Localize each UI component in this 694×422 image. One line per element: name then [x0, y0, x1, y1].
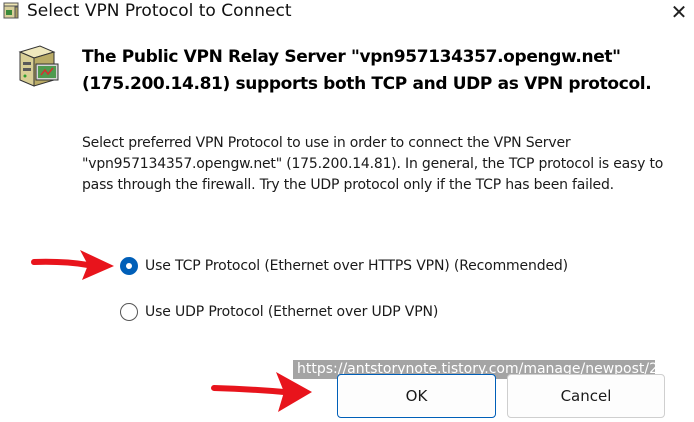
headline-line: The Public VPN Relay Server "vpn95713435… [82, 47, 621, 67]
description-line: pass through the firewall. Try the UDP p… [82, 177, 614, 193]
headline-line: (175.200.14.81) supports both TCP and UD… [82, 74, 652, 94]
window-title: Select VPN Protocol to Connect [27, 1, 292, 21]
cancel-button[interactable]: Cancel [507, 374, 665, 418]
tcp-protocol-option[interactable]: Use TCP Protocol (Ethernet over HTTPS VP… [120, 255, 568, 277]
annotation-arrow-icon [211, 372, 312, 412]
description: Select preferred VPN Protocol to use in … [82, 133, 682, 196]
description-line: "vpn957134357.opengw.net" (175.200.14.81… [82, 156, 664, 172]
annotation-arrow-icon [31, 250, 114, 280]
close-button[interactable]: ✕ [664, 0, 694, 24]
title-bar: Select VPN Protocol to Connect ✕ [0, 0, 694, 24]
tcp-option-label: Use TCP Protocol (Ethernet over HTTPS VP… [145, 258, 568, 274]
udp-radio-button[interactable] [120, 303, 138, 321]
vpn-server-icon [18, 45, 59, 87]
tcp-radio-button[interactable] [120, 257, 138, 275]
description-line: Select preferred VPN Protocol to use in … [82, 135, 571, 151]
vpn-server-icon [3, 2, 19, 19]
udp-protocol-option[interactable]: Use UDP Protocol (Ethernet over UDP VPN) [120, 301, 438, 323]
close-icon: ✕ [670, 0, 688, 24]
ok-button[interactable]: OK [337, 374, 496, 418]
udp-option-label: Use UDP Protocol (Ethernet over UDP VPN) [145, 304, 439, 320]
headline: The Public VPN Relay Server "vpn95713435… [82, 44, 682, 98]
